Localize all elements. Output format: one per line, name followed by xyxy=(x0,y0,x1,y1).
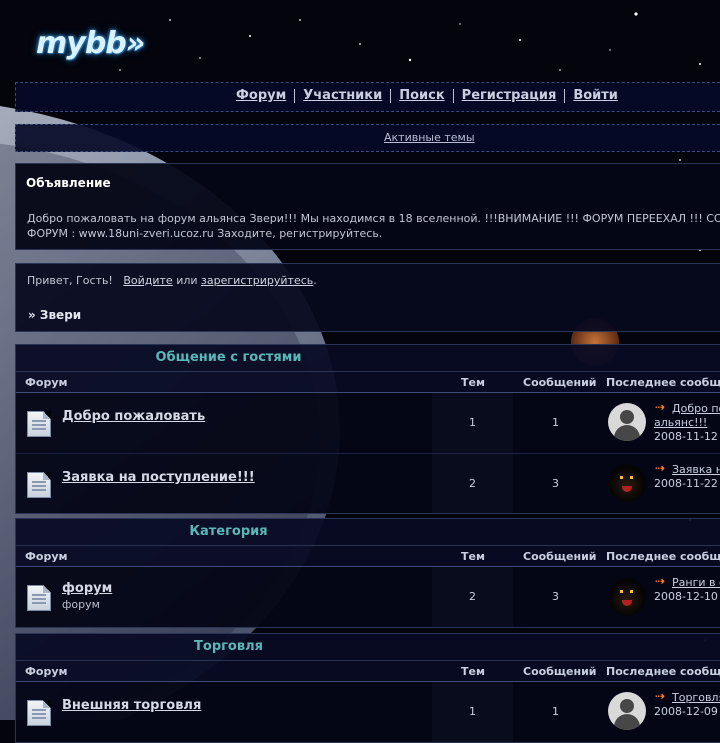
forum-icon xyxy=(27,585,51,611)
col-forum: Форум xyxy=(25,376,68,389)
category-general: Категория Форум Тем Сообщений Последнее … xyxy=(15,518,720,628)
announcement-block: Объявление Добро пожаловать на форум аль… xyxy=(15,163,720,250)
last-post-link[interactable]: Торговля xyxy=(672,691,720,704)
forum-description: форум xyxy=(62,598,100,611)
guest-greeting-line: Привет, Гость! Войдите или зарегистрируй… xyxy=(27,274,317,287)
wolf-avatar[interactable] xyxy=(608,464,646,502)
nav-search-link[interactable]: Поиск xyxy=(390,89,452,103)
announcement-line-1: Добро пожаловать на форум альянса Звери!… xyxy=(27,212,720,225)
topics-count: 1 xyxy=(469,416,476,429)
last-post-link-cont[interactable]: альянс!!! xyxy=(654,416,707,429)
forum-name-link[interactable]: Заявка на поступление!!! xyxy=(62,470,255,485)
mybb-logo[interactable]: mybb» xyxy=(36,26,145,61)
col-topics: Тем xyxy=(461,550,485,563)
forum-icon xyxy=(27,472,51,498)
last-post-link[interactable]: Ранги в с xyxy=(672,576,720,589)
col-topics: Тем xyxy=(461,665,485,678)
forum-icon xyxy=(27,700,51,726)
last-post-link[interactable]: Добро по xyxy=(672,402,720,415)
category-title[interactable]: Общение с гостями xyxy=(16,345,720,371)
last-post-date: 2008-12-09 xyxy=(654,705,718,718)
col-posts: Сообщений xyxy=(523,376,597,389)
column-headers: Форум Тем Сообщений Последнее сообщен xyxy=(16,660,720,682)
col-forum: Форум xyxy=(25,550,68,563)
col-last-post: Последнее сообщен xyxy=(606,550,720,563)
arrow-icon: ⇢ xyxy=(655,689,666,703)
announcement-title: Объявление xyxy=(26,176,111,190)
nav-login-link[interactable]: Войти xyxy=(564,89,626,103)
breadcrumb[interactable]: » Звери xyxy=(28,308,81,322)
forum-icon xyxy=(27,411,51,437)
guest-welcome-block: Привет, Гость! Войдите или зарегистрируй… xyxy=(15,263,720,332)
forum-row: Внешняя торговля 1 1 ⇢ Торговля 2008-12-… xyxy=(16,682,720,742)
arrow-icon: ⇢ xyxy=(655,400,666,414)
forum-row: Добро пожаловать 1 1 ⇢ Добро по альянс!!… xyxy=(16,393,720,453)
or-text: или xyxy=(176,274,198,287)
nav-register-link[interactable]: Регистрация xyxy=(452,89,565,103)
register-link[interactable]: зарегистрируйтесь xyxy=(201,274,313,287)
category-title[interactable]: Торговля xyxy=(16,634,720,660)
forum-row: Заявка на поступление!!! 2 3 ⇢ Заявка н … xyxy=(16,453,720,513)
nav-members-link[interactable]: Участники xyxy=(294,89,390,103)
active-topics-bar: Активные темы xyxy=(15,124,720,152)
nav-forum-link[interactable]: Форум xyxy=(228,89,294,103)
posts-count: 3 xyxy=(552,477,559,490)
topics-count: 2 xyxy=(469,590,476,603)
arrow-icon: ⇢ xyxy=(655,574,666,588)
announcement-line-2: ФОРУМ : www.18uni-zveri.ucoz.ru Заходите… xyxy=(27,227,383,240)
col-posts: Сообщений xyxy=(523,665,597,678)
active-topics-link[interactable]: Активные темы xyxy=(384,131,475,144)
col-topics: Тем xyxy=(461,376,485,389)
topics-count: 2 xyxy=(469,477,476,490)
navigation-bar: Форум Участники Поиск Регистрация Войти xyxy=(15,82,720,112)
forum-name-link[interactable]: форум xyxy=(62,581,112,596)
col-posts: Сообщений xyxy=(523,550,597,563)
last-post-date: 2008-11-12 xyxy=(654,430,718,443)
col-forum: Форум xyxy=(25,665,68,678)
announcement-text: Добро пожаловать на форум альянса Звери!… xyxy=(27,211,720,241)
col-last-post: Последнее сообщен xyxy=(606,376,720,389)
posts-count: 1 xyxy=(552,416,559,429)
period-text: . xyxy=(313,274,317,287)
forum-row: форум форум 2 3 ⇢ Ранги в с 2008-12-10 xyxy=(16,567,720,627)
last-post-link[interactable]: Заявка н xyxy=(672,463,720,476)
last-post-date: 2008-11-22 xyxy=(654,477,718,490)
col-last-post: Последнее сообщен xyxy=(606,665,720,678)
category-trade: Торговля Форум Тем Сообщений Последнее с… xyxy=(15,633,720,743)
last-post-date: 2008-12-10 xyxy=(654,590,718,603)
posts-count: 1 xyxy=(552,705,559,718)
main-menu: Форум Участники Поиск Регистрация Войти xyxy=(228,89,626,103)
forum-name-link[interactable]: Внешняя торговля xyxy=(62,698,201,713)
column-headers: Форум Тем Сообщений Последнее сообщен xyxy=(16,545,720,567)
arrow-icon: ⇢ xyxy=(655,461,666,475)
user-avatar[interactable] xyxy=(608,403,646,441)
category-title[interactable]: Категория xyxy=(16,519,720,545)
user-avatar[interactable] xyxy=(608,692,646,730)
guest-greeting: Привет, Гость! xyxy=(27,274,113,287)
category-guests: Общение с гостями Форум Тем Сообщений По… xyxy=(15,344,720,514)
login-link[interactable]: Войдите xyxy=(123,274,172,287)
wolf-avatar[interactable] xyxy=(608,578,646,616)
forum-name-link[interactable]: Добро пожаловать xyxy=(62,409,205,424)
column-headers: Форум Тем Сообщений Последнее сообщен xyxy=(16,371,720,393)
topics-count: 1 xyxy=(469,705,476,718)
posts-count: 3 xyxy=(552,590,559,603)
